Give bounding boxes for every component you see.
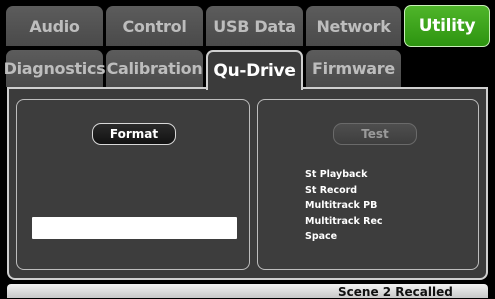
tab-firmware[interactable]: Firmware — [306, 50, 401, 87]
drive-usage-bar — [32, 217, 237, 239]
content-top-border-right — [302, 87, 488, 89]
stat-st-playback: St Playback — [305, 169, 368, 180]
content-top-border-left — [7, 87, 207, 89]
tab-calibration[interactable]: Calibration — [106, 50, 203, 87]
stat-multitrack-rec: Multitrack Rec — [305, 215, 383, 227]
test-results-list: St Playback St Record Multitrack PB Mult… — [305, 167, 383, 245]
stat-space: Space — [305, 231, 338, 242]
format-button[interactable]: Format — [92, 123, 176, 145]
tab-audio[interactable]: Audio — [6, 6, 103, 46]
status-message: Scene 2 Recalled — [338, 285, 453, 299]
tab-qu-drive[interactable]: Qu-Drive — [206, 50, 303, 90]
test-button[interactable]: Test — [333, 123, 417, 145]
stat-multitrack-pb: Multitrack PB — [305, 200, 378, 211]
tab-control[interactable]: Control — [106, 6, 203, 46]
tab-usb-data[interactable]: USB Data — [206, 6, 303, 46]
tab-network[interactable]: Network — [306, 6, 401, 46]
tab-diagnostics[interactable]: Diagnostics — [4, 50, 106, 87]
utility-screen: Audio Control USB Data Network Utility D… — [0, 0, 495, 299]
tab-utility[interactable]: Utility — [404, 5, 490, 47]
stat-st-record: St Record — [305, 184, 358, 196]
